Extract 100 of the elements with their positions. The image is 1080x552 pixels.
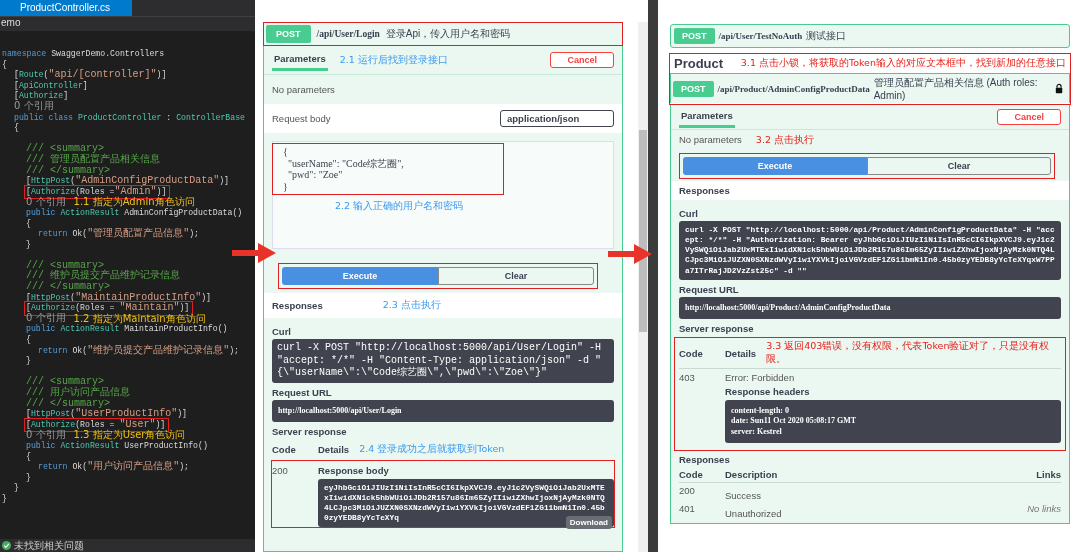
method-badge: POST — [266, 25, 311, 43]
annotation-text: 3.1 点击小锁，将获取的Token输入的对应文本框中，找到新加的任意接口 — [740, 57, 1066, 70]
links-text: No links — [1027, 503, 1061, 517]
code-line: [ApiController] — [14, 80, 88, 91]
server-response-label: Server response — [272, 425, 348, 437]
cancel-button[interactable]: Cancel — [997, 109, 1061, 125]
code-line: public ActionResult AdminConfigProductData() — [26, 207, 243, 219]
column-header: Details — [725, 347, 757, 359]
request-url: http://localhost:5000/api/User/Login — [272, 399, 614, 422]
code-line: /// 管理员配置产品相关信息 — [26, 154, 161, 165]
code-line: [Authorize] — [14, 91, 69, 101]
request-body-field[interactable]: { "userName": "Code综艺圈", "pwd": "Zoe" } 2.2 输入正确的用户名和密码 — [272, 141, 614, 249]
code-line: /// 用户访问产品信息 — [26, 388, 131, 398]
column-header: Description — [725, 469, 779, 481]
download-button[interactable]: Download — [565, 516, 612, 530]
arrow-icon — [608, 243, 652, 265]
responses-heading: Responses — [679, 454, 731, 466]
code-line: 0 个引用 — [14, 101, 54, 113]
code-line: public ActionResult MaintainProductInfo() — [26, 324, 228, 335]
parameters-tab[interactable]: Parameters — [679, 106, 735, 128]
column-header: Code — [679, 469, 704, 481]
curl-command: curl -X POST "http://localhost:5000/api/User/Login" -H "accept: */*" -H "Content-Type: application/json" -d "{\"userName\":\"Code综艺圈\",\"pwd\":\"Zoe\"}" — [272, 339, 614, 383]
request-url-label: Request URL — [272, 386, 333, 398]
method-badge: POST — [674, 28, 715, 44]
request-url-label: Request URL — [679, 283, 740, 295]
operation-summary: 测试接口 — [806, 29, 847, 43]
cancel-button[interactable]: Cancel — [550, 52, 614, 68]
curl-label: Curl — [679, 208, 699, 219]
operation-summary: 登录Api，传入用户名和密码 — [385, 27, 511, 41]
server-response-label: Server response — [679, 323, 755, 334]
column-header: Details — [318, 443, 350, 455]
code-line: return Ok("用户访问产品信息"); — [38, 462, 189, 473]
responses-heading: Responses — [272, 300, 323, 311]
response-description: Success — [725, 489, 762, 502]
parameters-tab[interactable]: Parameters — [272, 49, 328, 71]
response-headers-label: Response headers — [725, 386, 811, 397]
code-line: [Route("api/[controller]")] — [14, 70, 167, 81]
code-line: } — [26, 356, 31, 367]
clear-button[interactable]: Clear — [867, 157, 1051, 175]
lock-icon[interactable] — [1054, 83, 1063, 94]
scrollbar[interactable] — [638, 22, 648, 552]
no-parameters-text: No parameters — [272, 84, 335, 95]
check-circle-icon — [2, 541, 11, 550]
clear-button[interactable]: Clear — [438, 267, 594, 285]
method-badge: POST — [673, 80, 714, 97]
code-line: namespace SwaggerDemo.Controllers — [2, 49, 165, 60]
project-label: emo — [1, 17, 21, 28]
response-description: Unauthorized — [725, 507, 783, 520]
file-tab[interactable]: ProductController.cs — [0, 0, 133, 16]
code-line: public ActionResult UserProductInfo() — [26, 440, 208, 452]
code-line: } — [26, 239, 31, 251]
status-text: 未找到相关问题 — [14, 538, 84, 552]
annotation-text: 1.2 指定为Maintain角色访问 — [73, 313, 206, 325]
code-line: { — [26, 218, 31, 230]
operation-header[interactable]: POST /api/User/Login 登录Api，传入用户名和密码 — [264, 23, 622, 45]
section-heading[interactable]: Product — [674, 56, 724, 71]
code-line: [Authorize(Roles ="Admin")] — [26, 186, 169, 198]
code-line: /// <summary> — [26, 260, 105, 271]
code-line: /// </summary> — [26, 398, 111, 409]
code-line: [Authorize(Roles = "Maintain")] — [26, 303, 192, 314]
status-code: 200 — [679, 485, 696, 499]
annotation-text: 2.3 点击执行 — [382, 299, 442, 312]
code-line: [Authorize(Roles = "User")] — [26, 419, 168, 431]
annotation-text: 1.1 指定为Admin角色访问 — [73, 197, 195, 208]
code-line: return Ok("维护员提交产品维护记录信息"); — [38, 345, 239, 357]
operation-header[interactable]: POST /api/User/TestNoAuth 测试接口 — [670, 24, 1070, 48]
curl-label: Curl — [272, 326, 292, 337]
annotation-text: 1.3 指定为User角色访问 — [73, 430, 186, 441]
annotation-text: 3.3 返回403错误，没有权限，代表Token验证对了，只是没有权限。 — [766, 340, 1051, 366]
response-body-label: Response body — [318, 464, 390, 476]
code-line: { — [14, 123, 19, 134]
code-line: /// </summary> — [26, 282, 111, 293]
operation-path: /api/Product/AdminConfigProductData — [717, 83, 870, 94]
response-headers: content-length: 0 date: Sun11 Oct 2020 05:08:17 GMT server: Kestrel — [725, 400, 1061, 444]
error-message: Error: Forbidden — [725, 372, 796, 383]
annotation-text: 3.2 点击执行 — [755, 134, 814, 147]
code-line: [HttpPost("AdminConfigProductData")] — [26, 176, 230, 187]
code-line: /// </summary> — [26, 165, 111, 176]
annotation-text: 2.1 运行后找到登录接口 — [339, 53, 448, 67]
operation-path: /api/User/Login — [316, 29, 380, 39]
column-header: Links — [1036, 469, 1061, 481]
operation-summary: 管理员配置产品相关信息 (Auth roles: Admin) — [873, 76, 1039, 101]
code-line: } — [26, 472, 31, 484]
code-line: 0 个引用 — [26, 429, 66, 441]
content-type-select[interactable]: application/json — [500, 110, 614, 127]
code-line: } — [2, 493, 7, 505]
column-header: Code — [679, 347, 704, 359]
code-line: 0 个引用 — [26, 196, 66, 208]
request-body-label: Request body — [272, 113, 331, 124]
code-line: { — [2, 59, 7, 71]
code-line: /// <summary> — [26, 377, 105, 388]
column-header: Code — [272, 443, 297, 455]
code-line: { — [26, 451, 31, 463]
code-line: { — [26, 335, 31, 346]
status-code: 200 — [272, 464, 289, 478]
code-line: /// <summary> — [26, 144, 105, 155]
code-line: public class ProductController : ControllerBase — [14, 112, 245, 123]
annotation-text: 2.4 登录成功之后就获取到Token — [359, 442, 505, 456]
code-line: [HttpPost("UserProductInfo")] — [26, 409, 188, 420]
status-code: 403 — [679, 372, 696, 385]
